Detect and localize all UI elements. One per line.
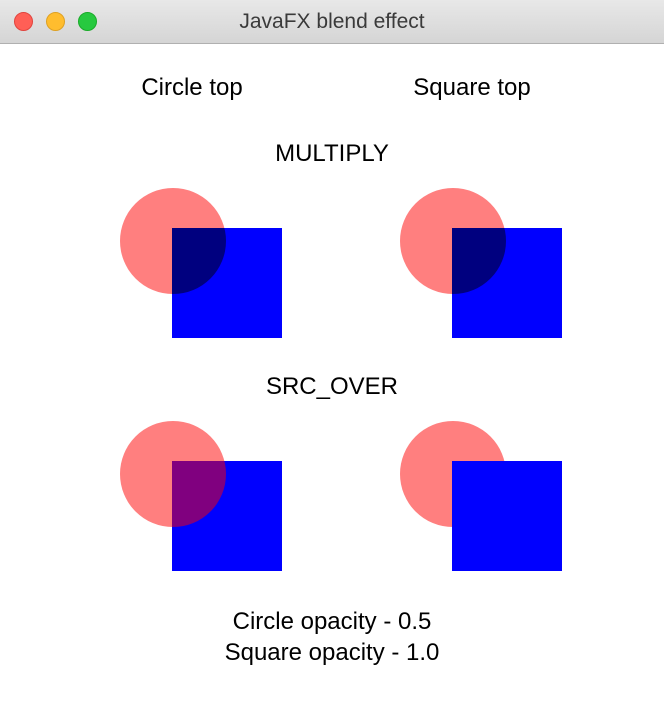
traffic-lights [14,12,97,31]
maximize-icon[interactable] [78,12,97,31]
column-header-left: Circle top [102,74,282,102]
column-header-right: Square top [382,74,562,102]
row-srcover [102,421,562,576]
window-title: JavaFX blend effect [0,10,664,34]
minimize-icon[interactable] [46,12,65,31]
window-titlebar: JavaFX blend effect [0,0,664,44]
circle-shape [120,188,226,294]
content-area: Circle top Square top MULTIPLY SRC_OVER … [0,44,664,668]
cell-multiply-square-top [382,188,562,343]
section-label-srcover: SRC_OVER [266,373,398,401]
column-headers: Circle top Square top [0,74,664,102]
cell-srcover-square-top [382,421,562,576]
section-label-multiply: MULTIPLY [275,140,389,168]
footer-text: Circle opacity - 0.5 Square opacity - 1.… [225,606,440,668]
circle-shape [120,421,226,527]
close-icon[interactable] [14,12,33,31]
cell-srcover-circle-top [102,421,282,576]
cell-multiply-circle-top [102,188,282,343]
row-multiply [102,188,562,343]
footer-line-1: Circle opacity - 0.5 [225,606,440,637]
footer-line-2: Square opacity - 1.0 [225,637,440,668]
square-shape [452,461,562,571]
square-shape [452,228,562,338]
